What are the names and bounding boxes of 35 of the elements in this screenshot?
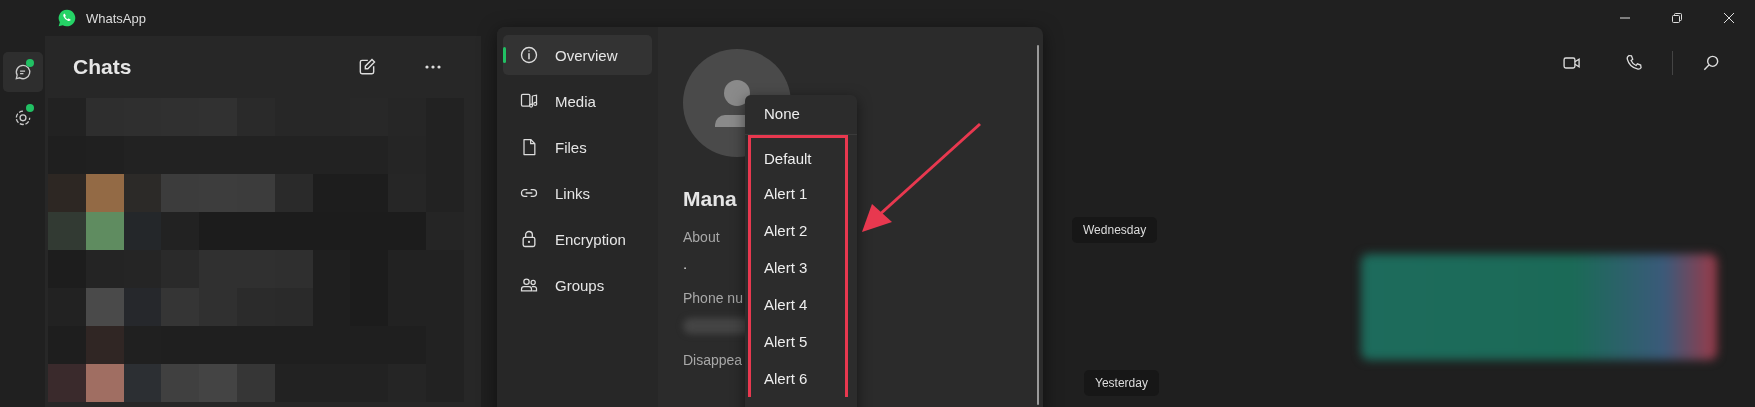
menu-item[interactable]: Alert 2 — [748, 212, 848, 249]
info-nav-tab[interactable]: Encryption — [503, 219, 652, 259]
contact-name: Mana — [683, 187, 737, 211]
info-nav-tab[interactable]: Files — [503, 127, 652, 167]
field-label: About — [683, 229, 720, 245]
menu-item[interactable]: Alert 1 — [748, 175, 848, 212]
compose-icon — [357, 57, 377, 77]
field-label: Disappea — [683, 352, 743, 368]
info-nav-tab[interactable]: Links — [503, 173, 652, 213]
info-nav-tab[interactable]: Overview — [503, 35, 652, 75]
info-nav-tab[interactable]: Media — [503, 81, 652, 121]
chat-bubble-icon — [12, 62, 33, 82]
info-nav-tab[interactable]: Groups — [503, 265, 652, 305]
menu-item[interactable]: Default — [748, 135, 848, 175]
field-label: Phone nu — [683, 290, 743, 306]
window-title: WhatsApp — [86, 10, 146, 26]
more-icon — [425, 65, 441, 69]
date-chip: Yesterday — [1084, 370, 1159, 396]
scrollbar[interactable] — [1037, 45, 1039, 405]
phone-icon — [1624, 53, 1644, 73]
whatsapp-logo-icon — [57, 8, 77, 28]
menu-item[interactable]: None — [748, 95, 857, 132]
menu-item[interactable]: Alert 5 — [748, 323, 848, 360]
date-chip: Wednesday — [1072, 217, 1158, 243]
menu-item[interactable]: Alert 3 — [748, 249, 848, 286]
field-value: . — [683, 255, 688, 272]
info-icon — [519, 45, 539, 65]
menu-item[interactable]: Alert 6 — [748, 360, 848, 397]
menu-item[interactable]: Alert 4 — [748, 286, 848, 323]
search-icon — [1701, 53, 1721, 73]
chats-tab[interactable] — [2, 52, 43, 92]
media-icon — [519, 91, 539, 111]
restore-icon — [1671, 12, 1683, 24]
chats-heading: Chats — [73, 55, 132, 79]
close-icon — [1723, 12, 1735, 24]
